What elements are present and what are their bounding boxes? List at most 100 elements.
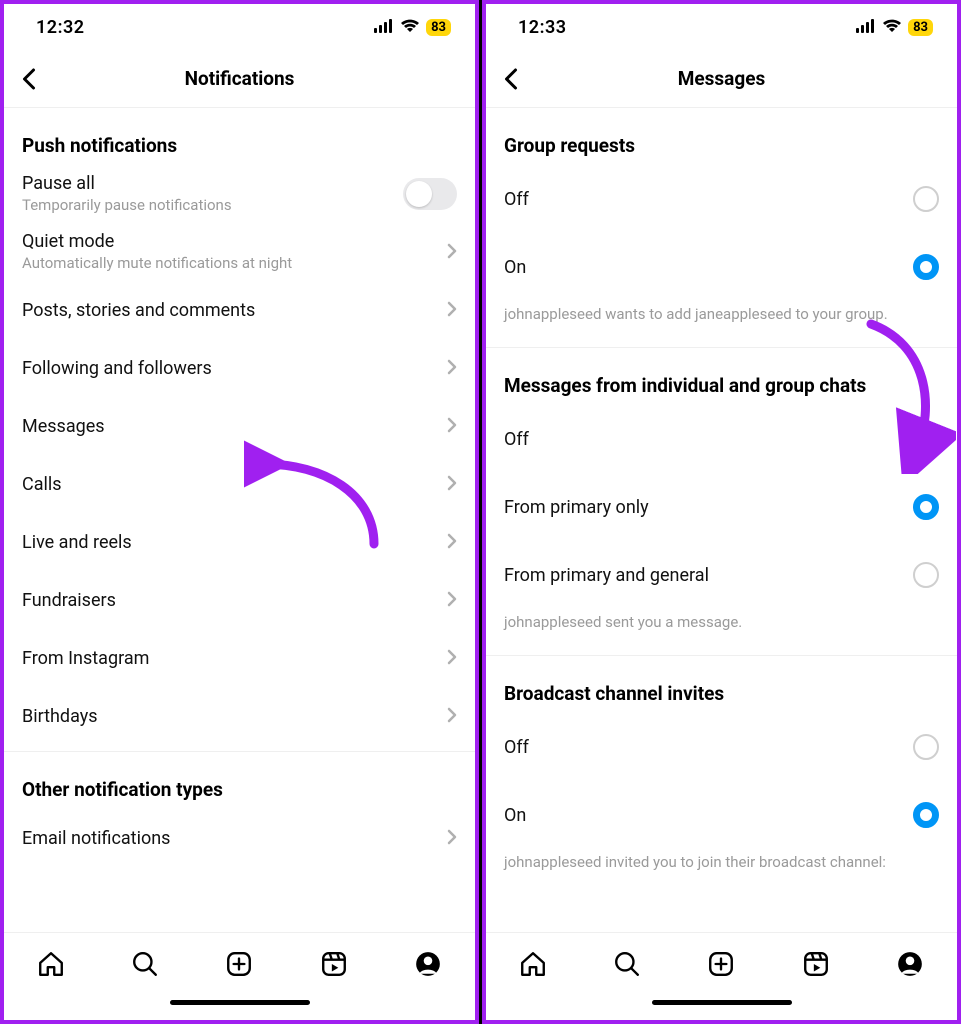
- option-label: From primary and general: [504, 565, 903, 586]
- messages-off[interactable]: Off: [504, 405, 939, 473]
- quiet-mode-sub: Automatically mute notifications at nigh…: [22, 254, 437, 273]
- radio-off[interactable]: [913, 426, 939, 452]
- profile-icon[interactable]: [896, 950, 924, 978]
- item-label: From Instagram: [22, 648, 437, 669]
- broadcast-off[interactable]: Off: [504, 713, 939, 781]
- radio-on[interactable]: [913, 802, 939, 828]
- nav-header: Notifications: [4, 50, 475, 108]
- pause-all-label: Pause all: [22, 173, 393, 194]
- group-requests-off[interactable]: Off: [504, 165, 939, 233]
- chevron-right-icon: [447, 414, 457, 438]
- status-indicators: 83: [374, 18, 451, 37]
- radio-both[interactable]: [913, 562, 939, 588]
- radio-off[interactable]: [913, 186, 939, 212]
- home-icon[interactable]: [519, 950, 547, 978]
- reels-icon[interactable]: [320, 950, 348, 978]
- home-indicator: [4, 994, 475, 1020]
- messages-example: johnappleseed sent you a message.: [504, 603, 939, 649]
- tab-bar: [486, 932, 957, 994]
- chevron-right-icon: [447, 356, 457, 380]
- section-broadcast: Broadcast channel invites: [504, 656, 939, 713]
- item-label: Posts, stories and comments: [22, 300, 437, 321]
- nav-item-posts[interactable]: Posts, stories and comments: [22, 281, 457, 339]
- group-requests-example: johnappleseed wants to add janeappleseed…: [504, 295, 939, 341]
- chevron-right-icon: [447, 472, 457, 496]
- wifi-icon: [400, 18, 420, 37]
- item-label: Calls: [22, 474, 437, 495]
- nav-item-following[interactable]: Following and followers: [22, 339, 457, 397]
- nav-item-calls[interactable]: Calls: [22, 455, 457, 513]
- cellular-icon: [856, 18, 876, 37]
- item-label: Birthdays: [22, 706, 437, 727]
- item-label: Following and followers: [22, 358, 437, 379]
- content[interactable]: Push notifications Pause all Temporarily…: [4, 108, 475, 932]
- nav-item-fundraisers[interactable]: Fundraisers: [22, 571, 457, 629]
- broadcast-example: johnappleseed invited you to join their …: [504, 843, 939, 889]
- quiet-mode-row[interactable]: Quiet mode Automatically mute notificati…: [22, 223, 457, 281]
- item-label: Email notifications: [22, 828, 437, 849]
- phone-right: 12:33 83 Messages Group requests Off On …: [482, 0, 961, 1024]
- wifi-icon: [882, 18, 902, 37]
- pause-all-toggle[interactable]: [403, 178, 457, 210]
- back-button[interactable]: [486, 68, 534, 90]
- home-indicator: [486, 994, 957, 1020]
- radio-on[interactable]: [913, 254, 939, 280]
- option-label: Off: [504, 737, 903, 758]
- section-group-requests: Group requests: [504, 108, 939, 165]
- section-push: Push notifications: [22, 108, 457, 165]
- section-messages-chats: Messages from individual and group chats: [504, 348, 939, 405]
- radio-primary[interactable]: [913, 494, 939, 520]
- radio-off[interactable]: [913, 734, 939, 760]
- tab-bar: [4, 932, 475, 994]
- status-time: 12:32: [36, 17, 85, 38]
- nav-item-birthdays[interactable]: Birthdays: [22, 687, 457, 745]
- status-bar: 12:32 83: [4, 4, 475, 50]
- status-bar: 12:33 83: [486, 4, 957, 50]
- option-label: Off: [504, 429, 903, 450]
- search-icon[interactable]: [613, 950, 641, 978]
- content[interactable]: Group requests Off On johnappleseed want…: [486, 108, 957, 932]
- search-icon[interactable]: [131, 950, 159, 978]
- item-label: Fundraisers: [22, 590, 437, 611]
- option-label: On: [504, 257, 903, 278]
- phone-left: 12:32 83 Notifications Push notification…: [0, 0, 479, 1024]
- chevron-right-icon: [447, 530, 457, 554]
- chevron-right-icon: [447, 646, 457, 670]
- item-label: Live and reels: [22, 532, 437, 553]
- status-time: 12:33: [518, 17, 567, 38]
- quiet-mode-label: Quiet mode: [22, 231, 437, 252]
- messages-primary-only[interactable]: From primary only: [504, 473, 939, 541]
- back-button[interactable]: [4, 68, 52, 90]
- chevron-right-icon: [447, 704, 457, 728]
- messages-primary-general[interactable]: From primary and general: [504, 541, 939, 609]
- battery-badge: 83: [908, 19, 933, 36]
- option-label: From primary only: [504, 497, 903, 518]
- home-icon[interactable]: [37, 950, 65, 978]
- battery-badge: 83: [426, 19, 451, 36]
- item-label: Messages: [22, 416, 437, 437]
- nav-item-messages[interactable]: Messages: [22, 397, 457, 455]
- chevron-right-icon: [447, 588, 457, 612]
- create-icon[interactable]: [225, 950, 253, 978]
- broadcast-on[interactable]: On: [504, 781, 939, 849]
- pause-all-row[interactable]: Pause all Temporarily pause notification…: [22, 165, 457, 223]
- status-indicators: 83: [856, 18, 933, 37]
- nav-item-from-instagram[interactable]: From Instagram: [22, 629, 457, 687]
- section-other: Other notification types: [22, 752, 457, 809]
- option-label: Off: [504, 189, 903, 210]
- option-label: On: [504, 805, 903, 826]
- chevron-right-icon: [447, 240, 457, 264]
- cellular-icon: [374, 18, 394, 37]
- nav-header: Messages: [486, 50, 957, 108]
- chevron-right-icon: [447, 298, 457, 322]
- profile-icon[interactable]: [414, 950, 442, 978]
- group-requests-on[interactable]: On: [504, 233, 939, 301]
- page-title: Notifications: [4, 67, 475, 90]
- create-icon[interactable]: [707, 950, 735, 978]
- page-title: Messages: [486, 67, 957, 90]
- pause-all-sub: Temporarily pause notifications: [22, 196, 393, 215]
- nav-item-email[interactable]: Email notifications: [22, 809, 457, 867]
- nav-item-live[interactable]: Live and reels: [22, 513, 457, 571]
- reels-icon[interactable]: [802, 950, 830, 978]
- chevron-right-icon: [447, 826, 457, 850]
